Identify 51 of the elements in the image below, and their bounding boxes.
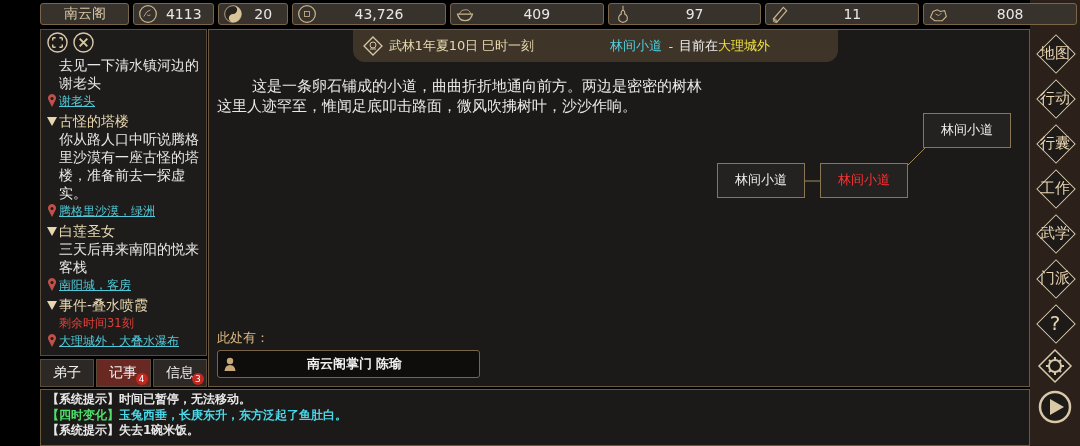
stat-value: 808	[995, 6, 1025, 23]
log-line: 【系统提示】失去1碗米饭。	[47, 423, 201, 439]
location-link[interactable]: 谢老头	[59, 92, 95, 111]
map-connector	[805, 180, 820, 183]
location-pin-icon	[47, 278, 57, 293]
quest-title[interactable]: 古怪的塔楼	[47, 112, 204, 131]
settings-icon[interactable]	[1037, 348, 1073, 384]
map-node[interactable]: 林间小道	[820, 163, 908, 199]
scene-description: 这是一条卵石铺成的小道，曲曲折折地通向前方。两边是密密的树林这里人迹罕至，惟闻足底叩击路面，微风吹拂树叶，沙沙作响。	[217, 77, 703, 117]
stat-value: 20	[253, 6, 274, 23]
count-badge: 4	[135, 373, 148, 386]
here-label: 此处有：	[217, 329, 270, 348]
quest-title[interactable]: 白莲圣女	[47, 222, 204, 241]
log-line: 【系统提示】时间已暂停，无法移动。	[47, 392, 252, 408]
game-time: 武林1年夏10日 巳时一刻	[388, 37, 535, 56]
flower-coin-icon	[138, 4, 159, 25]
person-icon	[224, 357, 236, 372]
region-name: 大理城外	[718, 37, 771, 56]
stat-value: 409	[522, 6, 552, 23]
stat-value: 97	[684, 6, 705, 23]
coin-icon	[297, 4, 318, 25]
location-pin-icon	[47, 334, 57, 349]
place-name: 林间小道	[610, 37, 663, 56]
panel-tab[interactable]: 弟子	[40, 359, 95, 388]
separator: -	[668, 38, 674, 54]
quest-description: 三天后再来南阳的悦来客栈	[58, 240, 200, 277]
map-connector	[907, 148, 925, 167]
compass-icon	[362, 36, 383, 57]
stat-value: 43,726	[353, 6, 405, 23]
map-node[interactable]: 林间小道	[717, 163, 805, 199]
location-pin-icon	[47, 204, 57, 219]
log-line: 【四时变化】玉兔西垂，长庚东升，东方泛起了鱼肚白。	[47, 407, 348, 423]
close-icon[interactable]	[73, 32, 94, 54]
location-link[interactable]: 南阳城，客房	[59, 276, 131, 295]
quest-description: 你从路人口中听说腾格里沙漠有一座古怪的塔楼，准备前去一探虚实。	[58, 130, 200, 203]
location-link[interactable]: 大理城外，大叠水瀑布	[59, 332, 179, 351]
location-link[interactable]: 腾格里沙漠，绿洲	[59, 202, 155, 221]
map-node[interactable]: 林间小道	[923, 113, 1011, 149]
count-badge: 3	[192, 373, 204, 386]
location-pin-icon	[47, 94, 57, 109]
quest-title[interactable]: 事件-叠水喷霞	[47, 296, 204, 315]
sect-name: 南云阁	[40, 3, 130, 26]
quest-timer: 剩余时间31刻	[58, 315, 135, 333]
play-icon[interactable]	[1037, 389, 1073, 425]
stat-value: 11	[842, 6, 863, 23]
quest-description: 去见一下清水镇河边的谢老头	[58, 56, 200, 93]
npc-entry[interactable]: 南云阁掌门 陈瑜	[217, 350, 480, 379]
stat-value: 4113	[164, 6, 203, 23]
expand-icon[interactable]	[47, 32, 68, 54]
current-prefix: 目前在	[679, 37, 719, 56]
yin-yang-icon	[223, 4, 244, 25]
